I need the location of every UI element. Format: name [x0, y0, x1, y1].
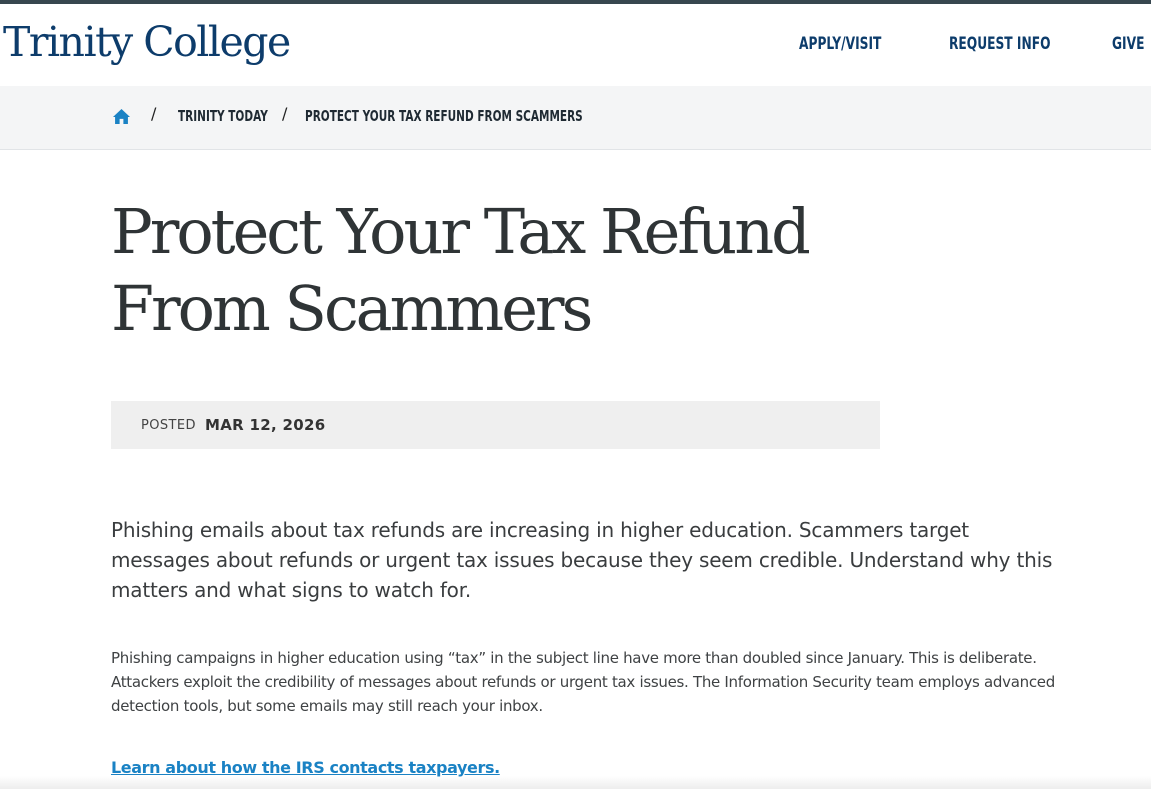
home-icon[interactable] — [112, 108, 131, 125]
article-body-paragraph: Phishing campaigns in higher education u… — [111, 649, 1055, 715]
bottom-fade — [0, 776, 1151, 789]
nav-apply-visit[interactable]: APPLY/VISIT — [799, 34, 881, 54]
breadcrumb-separator: / — [151, 104, 157, 123]
page-title-line-2: From Scammers — [111, 272, 593, 345]
article-intro: Phishing emails about tax refunds are in… — [111, 518, 1053, 602]
site-logo[interactable]: Trinity College — [3, 18, 291, 66]
nav-request-info[interactable]: REQUEST INFO — [949, 34, 1050, 54]
posted-label: POSTED — [141, 418, 196, 433]
site-header: Trinity College APPLY/VISIT REQUEST INFO… — [0, 4, 1151, 86]
posted-date-box: POSTED MAR 12, 2026 — [111, 401, 880, 449]
breadcrumb-current-page: PROTECT YOUR TAX REFUND FROM SCAMMERS — [305, 107, 583, 125]
page-title-line-1: Protect Your Tax Refund — [111, 195, 811, 268]
irs-contacts-link[interactable]: Learn about how the IRS contacts taxpaye… — [111, 758, 500, 777]
posted-date: MAR 12, 2026 — [205, 416, 326, 434]
nav-give[interactable]: GIVE — [1112, 34, 1144, 54]
breadcrumb-separator: / — [282, 104, 288, 123]
page-title: Protect Your Tax Refund From Scammers — [111, 193, 871, 347]
breadcrumb-trinity-today[interactable]: TRINITY TODAY — [178, 107, 268, 125]
breadcrumb: / TRINITY TODAY / PROTECT YOUR TAX REFUN… — [0, 86, 1151, 150]
